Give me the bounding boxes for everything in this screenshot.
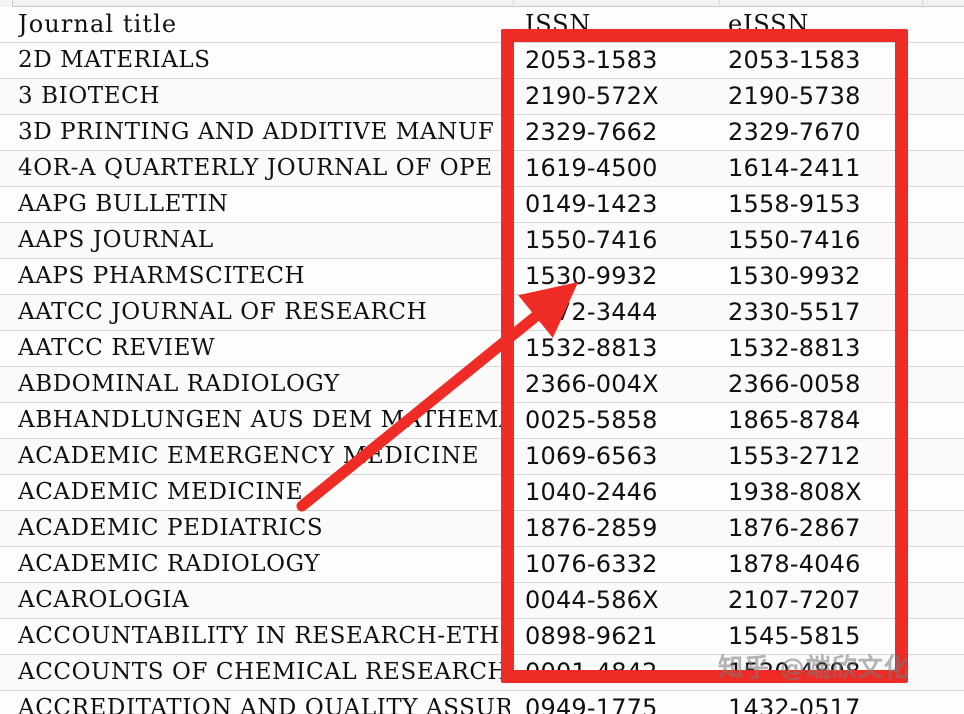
cell-issn[interactable]: 2053-1583 <box>525 43 717 78</box>
cell-issn[interactable]: 1876-2859 <box>525 511 717 546</box>
cell-issn[interactable]: 1530-9932 <box>525 259 717 294</box>
cell-journal-title[interactable]: AAPG BULLETIN <box>18 187 510 222</box>
table-row[interactable]: ACAROLOGIA 0044-586X 2107-7207 <box>0 583 964 619</box>
table-row[interactable]: ACADEMIC MEDICINE 1040-2446 1938-808X <box>0 475 964 511</box>
cell-issn[interactable]: 2190-572X <box>525 79 717 114</box>
table-row[interactable]: ACADEMIC RADIOLOGY 1076-6332 1878-4046 <box>0 547 964 583</box>
column-header-issn[interactable]: ISSN <box>525 7 717 42</box>
column-header-journal-title[interactable]: Journal title <box>18 7 510 42</box>
cell-eissn[interactable]: 2107-7207 <box>728 583 920 618</box>
cell-journal-title[interactable]: ACCOUNTABILITY IN RESEARCH-ETH <box>18 619 510 654</box>
table-row[interactable]: ACADEMIC PEDIATRICS 1876-2859 1876-2867 <box>0 511 964 547</box>
table-row[interactable]: 2D MATERIALS 2053-1583 2053-1583 <box>0 43 964 79</box>
table-row[interactable]: 3 BIOTECH 2190-572X 2190-5738 <box>0 79 964 115</box>
cell-eissn[interactable]: 1878-4046 <box>728 547 920 582</box>
cell-journal-title[interactable]: 3 BIOTECH <box>18 79 510 114</box>
column-header-strip[interactable] <box>0 0 964 7</box>
cell-eissn[interactable]: 1614-2411 <box>728 151 920 186</box>
table-row[interactable]: 3D PRINTING AND ADDITIVE MANUF 2329-7662 2… <box>0 115 964 151</box>
cell-eissn[interactable]: 2053-1583 <box>728 43 920 78</box>
cell-journal-title[interactable]: ACADEMIC EMERGENCY MEDICINE <box>18 439 510 474</box>
table-row[interactable]: ABHANDLUNGEN AUS DEM MATHEMATI 0025-5858 1… <box>0 403 964 439</box>
cell-issn[interactable]: 1532-8813 <box>525 331 717 366</box>
cell-eissn[interactable]: 1938-808X <box>728 475 920 510</box>
cell-journal-title[interactable]: 3D PRINTING AND ADDITIVE MANUF <box>18 115 510 150</box>
cell-journal-title[interactable]: ACADEMIC MEDICINE <box>18 475 510 510</box>
cell-eissn[interactable]: 1876-2867 <box>728 511 920 546</box>
cell-eissn[interactable]: 1532-8813 <box>728 331 920 366</box>
table-row[interactable]: 4OR-A QUARTERLY JOURNAL OF OPE 1619-4500 1… <box>0 151 964 187</box>
cell-issn[interactable]: 0025-5858 <box>525 403 717 438</box>
cell-issn[interactable]: 2472-3444 <box>525 295 717 330</box>
table-row[interactable]: ABDOMINAL RADIOLOGY 2366-004X 2366-0058 <box>0 367 964 403</box>
cell-issn[interactable]: 1076-6332 <box>525 547 717 582</box>
cell-journal-title[interactable]: 4OR-A QUARTERLY JOURNAL OF OPE <box>18 151 510 186</box>
cell-journal-title[interactable]: ACCREDITATION AND QUALITY ASSUR <box>18 691 510 714</box>
cell-eissn[interactable]: 1865-8784 <box>728 403 920 438</box>
cell-issn[interactable]: 1550-7416 <box>525 223 717 258</box>
spreadsheet-rows: Journal title ISSN eISSN 2D MATERIALS 205… <box>0 7 964 714</box>
cell-issn[interactable]: 0898-9621 <box>525 619 717 654</box>
cell-journal-title[interactable]: ACADEMIC RADIOLOGY <box>18 547 510 582</box>
cell-eissn[interactable]: 2330-5517 <box>728 295 920 330</box>
cell-eissn[interactable]: 1432-0517 <box>728 691 920 714</box>
cell-journal-title[interactable]: AAPS PHARMSCITECH <box>18 259 510 294</box>
cell-journal-title[interactable]: ACCOUNTS OF CHEMICAL RESEARCH <box>18 655 510 690</box>
cell-journal-title[interactable]: ABDOMINAL RADIOLOGY <box>18 367 510 402</box>
cell-eissn[interactable]: 1550-7416 <box>728 223 920 258</box>
cell-eissn[interactable]: 1558-9153 <box>728 187 920 222</box>
cell-eissn[interactable]: 1530-9932 <box>728 259 920 294</box>
table-row[interactable]: ACADEMIC EMERGENCY MEDICINE 1069-6563 1553… <box>0 439 964 475</box>
cell-issn[interactable]: 1069-6563 <box>525 439 717 474</box>
cell-journal-title[interactable]: ACADEMIC PEDIATRICS <box>18 511 510 546</box>
cell-issn[interactable]: 1619-4500 <box>525 151 717 186</box>
cell-issn[interactable]: 2329-7662 <box>525 115 717 150</box>
cell-issn[interactable]: 0149-1423 <box>525 187 717 222</box>
table-row[interactable]: AAPS PHARMSCITECH 1530-9932 1530-9932 <box>0 259 964 295</box>
table-row[interactable]: AAPS JOURNAL 1550-7416 1550-7416 <box>0 223 964 259</box>
table-row[interactable]: AATCC REVIEW 1532-8813 1532-8813 <box>0 331 964 367</box>
table-row[interactable]: AAPG BULLETIN 0149-1423 1558-9153 <box>0 187 964 223</box>
cell-journal-title[interactable]: AATCC REVIEW <box>18 331 510 366</box>
cell-eissn[interactable]: 2190-5738 <box>728 79 920 114</box>
cell-issn[interactable]: 1040-2446 <box>525 475 717 510</box>
table-row[interactable]: AATCC JOURNAL OF RESEARCH 2472-3444 2330-5… <box>0 295 964 331</box>
cell-eissn[interactable]: 1553-2712 <box>728 439 920 474</box>
cell-issn[interactable]: 0001-4842 <box>525 655 717 690</box>
cell-issn[interactable]: 0949-1775 <box>525 691 717 714</box>
watermark-text: 知乎 @端欣文化 <box>718 653 910 682</box>
cell-journal-title[interactable]: ACAROLOGIA <box>18 583 510 618</box>
cell-eissn[interactable]: 2366-0058 <box>728 367 920 402</box>
cell-journal-title[interactable]: ABHANDLUNGEN AUS DEM MATHEMATI <box>18 403 510 438</box>
cell-journal-title[interactable]: AAPS JOURNAL <box>18 223 510 258</box>
table-header-row[interactable]: Journal title ISSN eISSN <box>0 7 964 43</box>
cell-eissn[interactable]: 2329-7670 <box>728 115 920 150</box>
cell-journal-title[interactable]: 2D MATERIALS <box>18 43 510 78</box>
cell-issn[interactable]: 2366-004X <box>525 367 717 402</box>
column-header-eissn[interactable]: eISSN <box>728 7 920 42</box>
cell-journal-title[interactable]: AATCC JOURNAL OF RESEARCH <box>18 295 510 330</box>
table-row[interactable]: ACCREDITATION AND QUALITY ASSUR 0949-1775… <box>0 691 964 714</box>
cell-issn[interactable]: 0044-586X <box>525 583 717 618</box>
spreadsheet-screenshot: Journal title ISSN eISSN 2D MATERIALS 205… <box>0 0 964 714</box>
